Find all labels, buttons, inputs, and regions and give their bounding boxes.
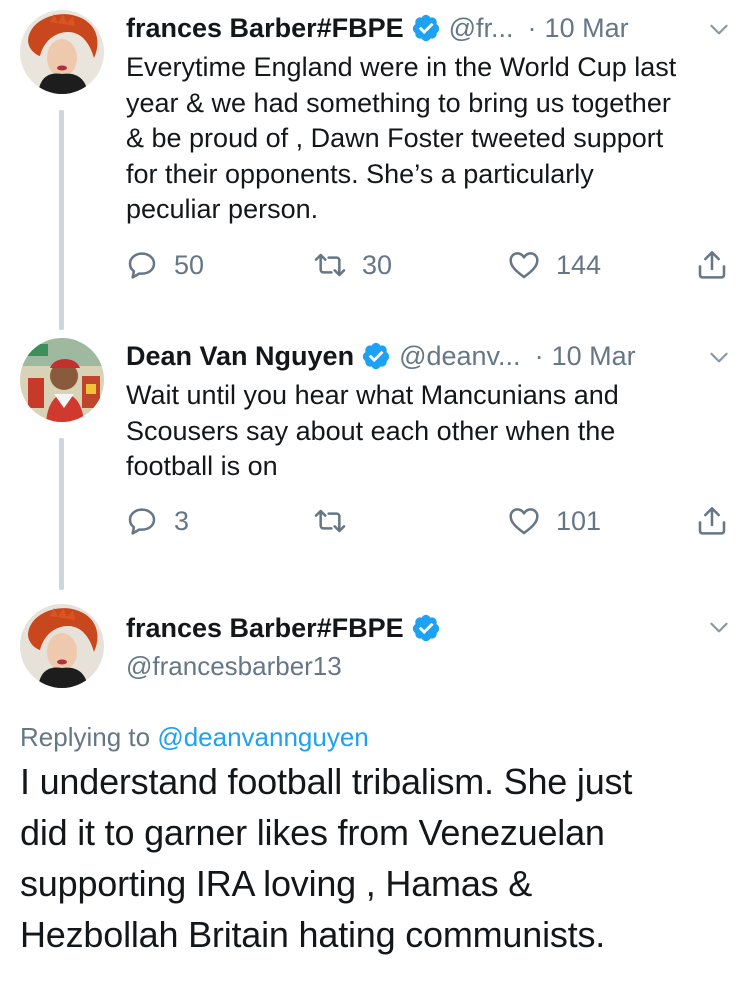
tweet-text-line: Everytime England were in the World Cup … xyxy=(126,52,677,82)
tweet-date[interactable]: 10 Mar xyxy=(552,341,636,372)
retweet-button[interactable]: 30 xyxy=(314,249,392,281)
tweet-actions: 3 101 xyxy=(0,501,750,541)
separator: · xyxy=(527,12,537,43)
verified-badge-icon xyxy=(361,341,391,371)
author-handle[interactable]: @deanv... xyxy=(399,341,520,372)
tweet-text-line: Wait until you hear what Mancunians and xyxy=(126,380,619,410)
chevron-down-icon[interactable] xyxy=(706,344,732,370)
author-name[interactable]: Dean Van Nguyen xyxy=(126,341,354,372)
replying-to-prefix: Replying to xyxy=(20,722,151,752)
avatar[interactable] xyxy=(20,338,104,422)
tweet-text-line: Scousers say about each other when the xyxy=(126,415,616,446)
replying-to: Replying to @deanvannguyen xyxy=(20,719,369,755)
thread-line xyxy=(59,110,64,330)
tweet-header: frances Barber#FBPE @fr... · 10 Mar xyxy=(126,8,629,48)
like-button[interactable]: 101 xyxy=(508,505,601,537)
share-button[interactable] xyxy=(696,249,744,281)
retweet-count: 30 xyxy=(362,249,393,280)
retweet-icon xyxy=(314,505,346,537)
share-icon xyxy=(696,249,728,281)
reply-count: 50 xyxy=(174,249,205,280)
tweet-date[interactable]: 10 Mar xyxy=(545,13,629,44)
tweet-text-line: peculiar person. xyxy=(126,194,319,224)
tweet-header: frances Barber#FBPE xyxy=(126,608,449,648)
author-handle[interactable]: @fr... xyxy=(449,13,514,44)
tweet-actions: 50 30 144 xyxy=(0,245,750,285)
like-count: 101 xyxy=(556,505,602,536)
author-name[interactable]: frances Barber#FBPE xyxy=(126,13,404,44)
reply-icon xyxy=(126,505,158,537)
avatar[interactable] xyxy=(20,10,104,94)
main-tweet-text-line: Hezbollah Britain hating communists. xyxy=(20,914,606,955)
tweet-text-line: football is on xyxy=(126,451,278,481)
share-button[interactable] xyxy=(696,505,744,537)
verified-badge-icon xyxy=(411,613,441,643)
like-button[interactable]: 144 xyxy=(508,249,601,281)
separator: · xyxy=(534,340,544,371)
tweet-text: Wait until you hear what Mancunians and … xyxy=(126,378,619,485)
like-count: 144 xyxy=(556,249,602,280)
main-tweet-text-line: supporting IRA loving , Hamas & xyxy=(20,863,533,904)
reply-button[interactable]: 3 xyxy=(126,505,189,537)
tweet-text-line: year & we had something to bring us toge… xyxy=(126,87,671,118)
main-tweet-text-line: did it to garner likes from Venezuelan xyxy=(20,812,605,853)
heart-icon xyxy=(508,249,540,281)
tweet-text: Everytime England were in the World Cup … xyxy=(126,50,676,228)
author-handle[interactable]: @francesbarber13 xyxy=(126,648,342,684)
retweet-button[interactable] xyxy=(314,505,362,537)
heart-icon xyxy=(508,505,540,537)
main-tweet-text: I understand football tribalism. She jus… xyxy=(20,756,632,960)
author-name[interactable]: frances Barber#FBPE xyxy=(126,613,404,644)
avatar[interactable] xyxy=(20,604,104,688)
reply-count: 3 xyxy=(174,505,190,536)
verified-badge-icon xyxy=(411,13,441,43)
tweet-header: Dean Van Nguyen @deanv... · 10 Mar xyxy=(126,336,636,376)
chevron-down-icon[interactable] xyxy=(706,614,732,640)
replying-to-mention[interactable]: @deanvannguyen xyxy=(157,722,368,752)
retweet-icon xyxy=(314,249,346,281)
tweet-text-line: for their opponents. She’s a particularl… xyxy=(126,158,594,189)
tweet-text-line: & be proud of , Dawn Foster tweeted supp… xyxy=(126,123,664,153)
share-icon xyxy=(696,505,728,537)
reply-icon xyxy=(126,249,158,281)
chevron-down-icon[interactable] xyxy=(706,16,732,42)
main-tweet-text-line: I understand football tribalism. She jus… xyxy=(20,761,633,802)
reply-button[interactable]: 50 xyxy=(126,249,204,281)
